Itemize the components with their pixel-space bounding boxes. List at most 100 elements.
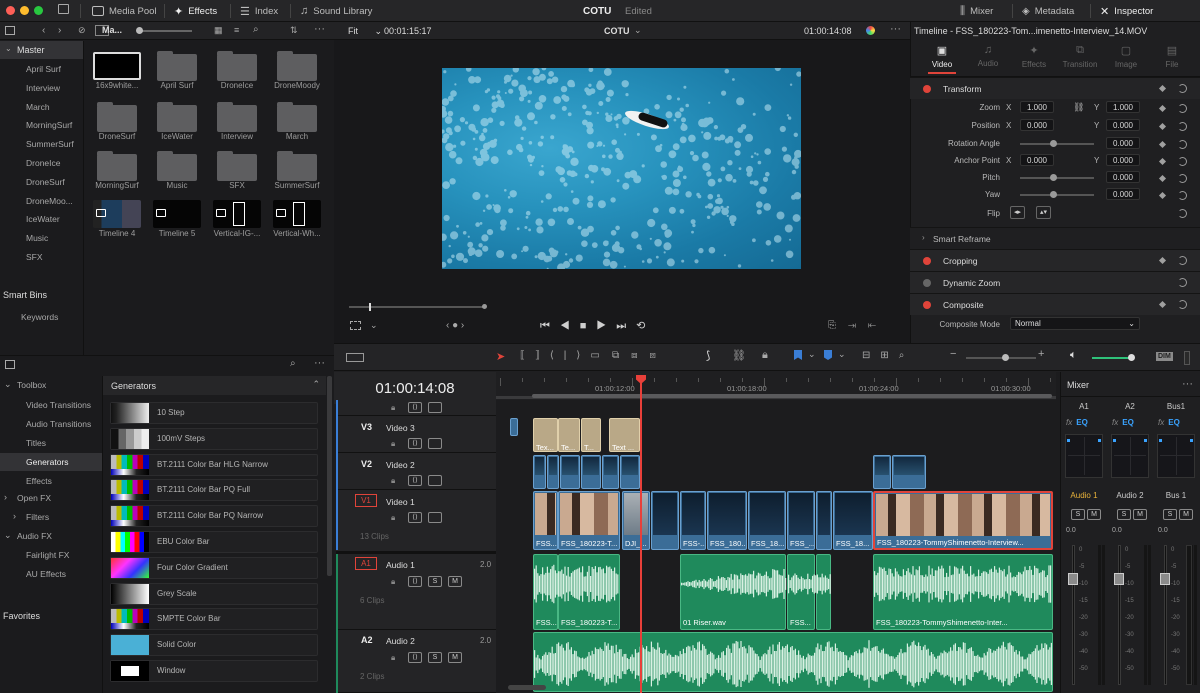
pitch-field[interactable]: 0.000 — [1106, 171, 1140, 183]
zoom-window-button[interactable] — [34, 6, 43, 15]
overwrite-clip-icon[interactable]: ⧈ — [631, 350, 649, 361]
auto-select-icon[interactable]: ⟨⟩ — [408, 438, 422, 449]
fader-track[interactable] — [1072, 545, 1075, 685]
stop-icon[interactable]: ■ — [580, 320, 597, 332]
insert-clip-icon[interactable]: ⧉ — [612, 350, 631, 361]
lock-icon[interactable]: 🔒︎ — [391, 653, 395, 663]
fader-knob[interactable] — [1114, 573, 1124, 585]
reset-icon[interactable] — [1178, 300, 1187, 309]
keyframe-icon[interactable] — [1158, 300, 1167, 309]
minimize-window-button[interactable] — [20, 6, 29, 15]
workspace-icon[interactable] — [58, 4, 69, 14]
timeline-view-icon[interactable] — [346, 353, 364, 362]
folder-icon[interactable] — [157, 151, 197, 181]
prev-frame-icon[interactable]: ⇤ — [868, 320, 888, 331]
more-options-icon[interactable]: ··· — [890, 23, 901, 35]
next-frame-icon[interactable]: ⇥ — [848, 320, 868, 331]
reset-icon[interactable] — [1178, 157, 1187, 166]
folder-icon[interactable] — [157, 51, 197, 81]
lock-icon[interactable]: 🔒︎ — [391, 403, 395, 413]
mixer-track-name[interactable]: Bus 1 — [1154, 491, 1198, 500]
generator-item[interactable]: SMPTE Color Bar — [110, 608, 318, 631]
mixer-solo-button[interactable]: S — [1071, 509, 1085, 520]
horizontal-scrollbar[interactable] — [508, 685, 546, 690]
folder-icon[interactable] — [97, 151, 137, 181]
lock-icon[interactable]: 🔒︎ — [391, 513, 395, 523]
video-clip[interactable]: FSS_18... — [833, 491, 873, 550]
keyframe-icon[interactable] — [1158, 140, 1167, 149]
mixer-solo-button[interactable]: S — [1163, 509, 1177, 520]
smart-reframe-section[interactable]: › Smart Reframe — [910, 227, 1200, 249]
reset-icon[interactable] — [1178, 84, 1187, 93]
zoom-fit-dropdown[interactable]: Fit ⌄ — [348, 26, 382, 37]
inspector-tab-video[interactable]: ▣ Video — [920, 44, 964, 74]
volume-slider[interactable] — [1092, 354, 1135, 361]
pan-control[interactable] — [1157, 434, 1195, 478]
more-options-icon[interactable]: ··· — [314, 23, 325, 35]
video-clip[interactable] — [816, 491, 832, 550]
yaw-field[interactable]: 0.000 — [1106, 188, 1140, 200]
position-x-field[interactable]: 0.000 — [1020, 119, 1054, 131]
reset-icon[interactable] — [1178, 174, 1187, 183]
flip-horizontal-button[interactable]: ◂▸ — [1010, 206, 1025, 219]
mixer-track-name[interactable]: Audio 2 — [1108, 491, 1152, 500]
full-extent-zoom-icon[interactable]: ⊟ — [862, 350, 880, 361]
mute-button[interactable]: M — [448, 652, 462, 663]
composite-mode-dropdown[interactable]: Normal ⌄ — [1010, 317, 1140, 330]
reset-icon[interactable] — [1178, 256, 1187, 265]
generator-item[interactable]: BT.2111 Color Bar PQ Full — [110, 479, 318, 502]
track-visibility-icon[interactable] — [428, 475, 442, 486]
bin-item[interactable]: Interview — [0, 79, 82, 98]
title-clip[interactable]: Tex... — [533, 418, 558, 452]
reset-icon[interactable] — [1178, 278, 1187, 287]
snapping-icon[interactable]: ⟆ — [706, 349, 710, 362]
video-clip[interactable] — [620, 455, 640, 489]
toolbox-header[interactable]: Toolbox — [17, 380, 46, 390]
auto-select-icon[interactable]: ⟨⟩ — [408, 402, 422, 413]
solo-button[interactable]: S — [428, 652, 442, 663]
inspector-tab-audio[interactable]: ♫ Audio — [966, 44, 1010, 74]
inspector-tab-effects[interactable]: ✦ Effects — [1012, 44, 1056, 74]
pan-control[interactable] — [1065, 434, 1103, 478]
timeline-zoom-slider[interactable] — [966, 354, 1036, 361]
effects-category-item[interactable]: Titles — [0, 434, 102, 452]
folder-icon[interactable] — [277, 151, 317, 181]
master-bin[interactable]: ⌄ Master — [0, 41, 83, 59]
bin-list-toggle-icon[interactable] — [5, 26, 15, 35]
flip-vertical-button[interactable]: ▴▾ — [1036, 206, 1051, 219]
pitch-slider[interactable] — [1020, 177, 1094, 179]
fader-knob[interactable] — [1068, 573, 1078, 585]
grid-view-icon[interactable]: ▦ — [214, 25, 223, 36]
video-clip[interactable]: FSS... — [533, 491, 558, 550]
track-visibility-icon[interactable] — [428, 512, 442, 523]
track-visibility-icon[interactable] — [428, 438, 442, 449]
bin-item[interactable]: MorningSurf — [0, 116, 82, 135]
bin-dropdown[interactable]: Ma... — [102, 25, 122, 35]
open-fx-item[interactable]: Open FX — [17, 493, 51, 503]
keyframe-icon[interactable] — [1158, 84, 1167, 93]
video-frame[interactable] — [442, 68, 801, 269]
forward-icon[interactable]: › — [58, 25, 61, 36]
viewer-scrubber[interactable] — [349, 303, 487, 311]
clip-thumbnail[interactable] — [93, 52, 141, 80]
effects-category-item[interactable]: Generators — [0, 453, 102, 471]
bin-item[interactable]: Music — [0, 229, 82, 248]
timeline-thumbnail[interactable] — [153, 200, 201, 228]
inspector-button[interactable]: ✕ Inspector — [1100, 0, 1153, 22]
generator-item[interactable]: BT.2111 Color Bar PQ Narrow — [110, 505, 318, 528]
video-clip[interactable] — [547, 455, 559, 489]
sort-icon[interactable]: ⇅ — [290, 25, 298, 36]
mixer-mute-button[interactable]: M — [1133, 509, 1147, 520]
auto-select-icon[interactable]: ⟨⟩ — [408, 652, 422, 663]
zoom-x-field[interactable]: 1.000 — [1020, 101, 1054, 113]
loop-icon[interactable]: ⟲ — [636, 320, 655, 332]
generator-item[interactable]: 100mV Steps — [110, 427, 318, 450]
video-clip[interactable] — [892, 455, 926, 489]
sound-library-button[interactable]: ♫ Sound Library — [300, 0, 372, 22]
chevron-up-icon[interactable]: ⌃ — [312, 379, 320, 390]
mute-button[interactable]: M — [448, 576, 462, 587]
chevron-down-icon[interactable]: ⌄ — [808, 349, 816, 360]
position-y-field[interactable]: 0.000 — [1106, 119, 1140, 131]
video-clip[interactable]: FSS-... — [680, 491, 706, 550]
fader-track[interactable] — [1118, 545, 1121, 685]
